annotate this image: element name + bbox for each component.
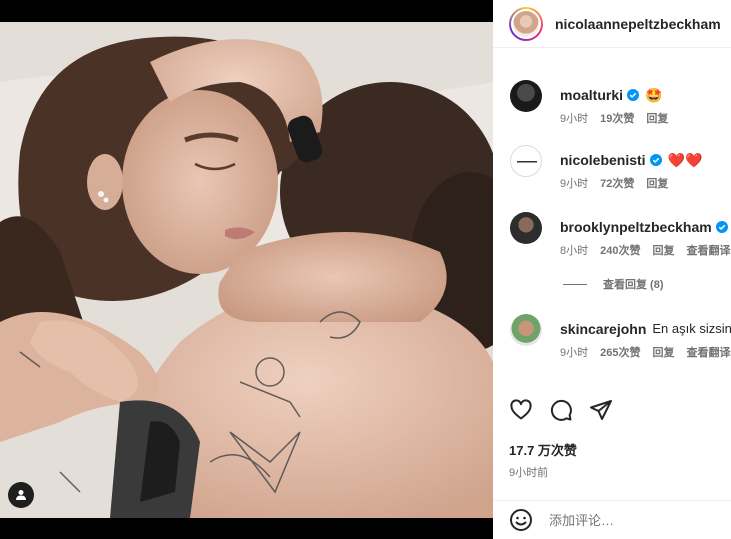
comment-time: 8小时: [560, 245, 589, 257]
person-icon: [16, 490, 26, 500]
comment-text: En aşık sizsiniz: [652, 321, 731, 336]
comment-likes[interactable]: 72次赞: [600, 175, 634, 191]
comment-item: brooklynpeltzbeckham 8小时 240次赞 回复 查看翻译: [509, 212, 731, 264]
likes-count[interactable]: 17.7 万次赞: [509, 440, 577, 459]
commenter-username[interactable]: moalturki: [560, 86, 623, 104]
share-send-icon[interactable]: [589, 398, 613, 422]
commenter-avatar[interactable]: [510, 212, 542, 244]
author-avatar[interactable]: [509, 6, 543, 41]
comment-time: 9小时: [560, 113, 589, 125]
comment-item: nicolebenisti ❤️❤️ 9小时 72次赞 回复: [509, 145, 731, 197]
comment-time: 9小时: [560, 347, 589, 359]
replies-divider: [563, 283, 587, 285]
emoji-picker-icon[interactable]: [509, 508, 533, 532]
post-media: [0, 0, 493, 539]
verified-badge-icon: [627, 89, 640, 101]
add-comment-bar: [493, 500, 731, 539]
reply-button[interactable]: 回复: [646, 110, 668, 126]
post-side-panel: nicolaannepeltzbeckham moalturki 🤩 9小时 1…: [493, 0, 731, 539]
comment-item: moalturki 🤩 9小时 19次赞 回复: [509, 80, 731, 132]
commenter-avatar[interactable]: [510, 145, 542, 177]
comment-likes[interactable]: 19次赞: [600, 110, 634, 126]
instagram-post-window: nicolaannepeltzbeckham moalturki 🤩 9小时 1…: [0, 0, 731, 539]
brand-logo-icon: [517, 161, 537, 163]
translate-button[interactable]: 查看翻译: [686, 344, 730, 360]
reply-button[interactable]: 回复: [646, 175, 668, 191]
verified-badge-icon: [715, 221, 728, 233]
author-username[interactable]: nicolaannepeltzbeckham: [555, 16, 721, 32]
comment-likes[interactable]: 240次赞: [600, 242, 640, 258]
commenter-username[interactable]: nicolebenisti: [560, 151, 646, 169]
comment-bubble-icon[interactable]: [549, 398, 573, 422]
comment-emoji: ❤️❤️: [667, 152, 703, 168]
comment-item: skincarejohn En aşık sizsiniz 9小时 265次赞 …: [509, 314, 731, 366]
view-replies-button[interactable]: 查看回复 (8): [563, 276, 664, 292]
post-header: nicolaannepeltzbeckham: [493, 0, 731, 48]
translate-button[interactable]: 查看翻译: [686, 242, 730, 258]
post-photo[interactable]: [0, 22, 493, 518]
post-actions: [509, 398, 613, 422]
commenter-username[interactable]: skincarejohn: [560, 320, 646, 338]
like-heart-icon[interactable]: [509, 398, 533, 422]
photo-illustration: [0, 22, 493, 518]
post-time: 9小时前: [509, 467, 549, 479]
comment-likes[interactable]: 265次赞: [600, 344, 640, 360]
commenter-avatar[interactable]: [510, 314, 542, 346]
verified-badge-icon: [649, 154, 662, 166]
commenter-avatar[interactable]: [510, 80, 542, 112]
commenter-username[interactable]: brooklynpeltzbeckham: [560, 218, 712, 236]
reply-button[interactable]: 回复: [652, 344, 674, 360]
reply-button[interactable]: 回复: [652, 242, 674, 258]
user-tag-button[interactable]: [8, 482, 34, 508]
comment-emoji: 🤩: [645, 87, 663, 103]
comment-time: 9小时: [560, 178, 589, 190]
comment-input[interactable]: [549, 512, 709, 528]
view-replies-label: 查看回复 (8): [603, 279, 664, 291]
